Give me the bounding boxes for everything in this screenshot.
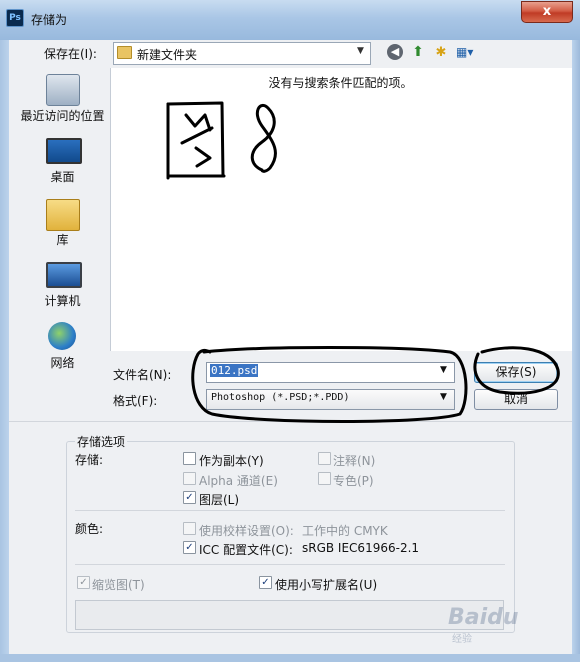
baidu-watermark-logo: Baidu <box>448 605 519 630</box>
baidu-watermark-text: 经验 <box>452 634 472 645</box>
handwritten-annotations <box>166 101 560 423</box>
